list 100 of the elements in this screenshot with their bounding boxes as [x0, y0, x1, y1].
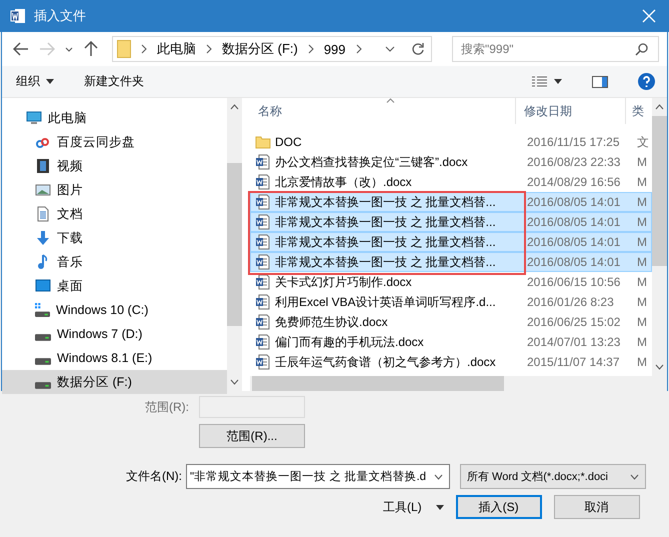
sort-caret-icon [386, 98, 395, 103]
file-row[interactable]: 非常规文本替换一图一技 之 批量文档替... 2016/08/05 14:01 M [250, 232, 652, 252]
chevron-icon [356, 44, 362, 54]
file-date: 2016/08/05 14:01 [526, 255, 622, 269]
file-row[interactable]: 免费师范生协议.docx 2016/06/25 15:02 M [250, 312, 652, 332]
insert-button[interactable]: 插入(S) [456, 495, 542, 519]
file-row[interactable]: DOC 2016/11/15 17:25 文 [250, 132, 652, 152]
file-date: 2014/07/01 13:23 [526, 335, 622, 349]
dropdown-icon[interactable] [385, 46, 395, 52]
new-folder-button[interactable]: 新建文件夹 [84, 73, 144, 90]
word-document-icon [255, 194, 271, 210]
up-button[interactable] [82, 40, 100, 58]
file-type: M [636, 195, 647, 209]
file-date: 2016/06/25 15:02 [526, 315, 622, 329]
chevron-icon [308, 44, 314, 54]
download-arrow-icon [35, 230, 51, 246]
scrollbar[interactable] [250, 376, 667, 391]
scroll-down-icon [230, 379, 239, 385]
file-row[interactable]: 北京爱情故事（改）.docx 2014/08/29 16:56 M [250, 172, 652, 192]
breadcrumb[interactable]: 999 [324, 42, 346, 56]
file-type: M [636, 215, 647, 229]
breadcrumb[interactable]: 此电脑 [157, 40, 196, 58]
sidebar-item[interactable]: 百度云同步盘 [2, 130, 227, 154]
scrollbar[interactable] [652, 98, 667, 376]
search-input[interactable]: 搜索"999" [453, 37, 635, 61]
file-row[interactable]: 关卡式幻灯片巧制作.docx 2016/06/15 10:56 M [250, 272, 652, 292]
file-row[interactable]: 非常规文本替换一图一技 之 批量文档替... 2016/08/05 14:01 M [250, 252, 652, 272]
sidebar-item[interactable]: Windows 8.1 (E:) [2, 346, 227, 370]
organize-menu[interactable]: 组织 [16, 73, 54, 90]
breadcrumb[interactable]: 数据分区 (F:) [222, 40, 298, 58]
file-type: M [636, 315, 647, 329]
desktop-icon [35, 278, 51, 294]
file-name: 非常规文本替换一图一技 之 批量文档替... [275, 214, 497, 230]
sidebar-item[interactable]: 图片 [2, 178, 227, 202]
file-name: 北京爱情故事（改）.docx [275, 174, 413, 190]
file-type: 文 [636, 134, 649, 150]
range-label: 范围(R): [144, 398, 189, 416]
column-header[interactable]: 类 [626, 98, 652, 124]
file-type: M [636, 155, 647, 169]
range-button[interactable]: 范围(R)... [199, 424, 305, 448]
sidebar-item[interactable]: Windows 10 (C:) [2, 298, 227, 322]
window-title: 插入文件 [34, 7, 87, 25]
sidebar-item[interactable]: 音乐 [2, 250, 227, 274]
file-name: 偏门而有趣的手机玩法.docx [275, 334, 425, 350]
word-document-icon [255, 294, 271, 310]
column-header[interactable]: 修改日期 [516, 98, 626, 124]
tools-menu[interactable]: 工具(L) [383, 498, 444, 516]
file-type: M [636, 235, 647, 249]
sidebar-item[interactable]: 桌面 [2, 274, 227, 298]
file-name: 关卡式幻灯片巧制作.docx [275, 274, 413, 290]
sidebar-item[interactable]: 下载 [2, 226, 227, 250]
file-date: 2016/08/23 22:33 [526, 155, 622, 169]
file-date: 2016/01/26 8:23 [526, 295, 615, 309]
file-name: 壬辰年运气药食谱（初之气参考方）.docx [275, 354, 497, 370]
file-row[interactable]: 壬辰年运气药食谱（初之气参考方）.docx 2015/11/07 14:37 M [250, 352, 652, 372]
sidebar-item[interactable]: 数据分区 (F:) [2, 370, 227, 394]
file-row[interactable]: 偏门而有趣的手机玩法.docx 2014/07/01 13:23 M [250, 332, 652, 352]
sidebar-item[interactable]: 视频 [2, 154, 227, 178]
file-row[interactable]: 非常规文本替换一图一技 之 批量文档替... 2016/08/05 14:01 M [250, 212, 652, 232]
scroll-up-icon [655, 104, 664, 110]
search-icon [635, 42, 648, 56]
file-name: 非常规文本替换一图一技 之 批量文档替... [275, 234, 497, 250]
drive-icon [35, 358, 51, 364]
computer-icon [26, 110, 42, 126]
film-icon [35, 158, 51, 174]
word-app-icon [10, 8, 26, 24]
scroll-down-icon [655, 364, 664, 370]
file-type-dropdown[interactable]: 所有 Word 文档(*.docx;*.doci [460, 464, 646, 489]
column-header[interactable]: 名称 [250, 98, 516, 124]
caret-icon [46, 79, 54, 84]
help-button[interactable] [638, 73, 655, 90]
scrollbar[interactable] [227, 98, 242, 391]
file-date: 2016/11/15 17:25 [526, 135, 621, 149]
view-menu[interactable] [532, 76, 562, 88]
file-type: M [636, 295, 647, 309]
chevron-down-icon [65, 46, 73, 52]
file-type: M [636, 335, 647, 349]
file-row[interactable]: 利用Excel VBA设计英语单词听写程序.d... 2016/01/26 8:23 M [250, 292, 652, 312]
sidebar-item[interactable]: Windows 7 (D:) [2, 322, 227, 346]
cancel-button[interactable]: 取消 [554, 495, 640, 519]
preview-pane-button[interactable] [592, 76, 608, 88]
address-bar[interactable]: 此电脑 数据分区 (F:) 999 [112, 36, 432, 62]
file-name: 利用Excel VBA设计英语单词听写程序.d... [275, 294, 497, 310]
word-document-icon [255, 274, 271, 290]
filename-label: 文件名(N): [126, 468, 182, 485]
file-type: M [636, 175, 647, 189]
search-field[interactable]: 搜索"999" [452, 36, 659, 62]
sidebar-item[interactable]: 文档 [2, 202, 227, 226]
file-name: DOC [275, 135, 303, 149]
back-button[interactable] [12, 40, 30, 58]
file-type: M [636, 275, 647, 289]
refresh-icon[interactable] [411, 42, 425, 56]
caret-icon [554, 79, 562, 84]
file-date: 2016/08/05 14:01 [526, 195, 622, 209]
file-date: 2014/08/29 16:56 [526, 175, 622, 189]
file-row[interactable]: 办公文档查找替换定位“三键客”.docx 2016/08/23 22:33 M [250, 152, 652, 172]
chevron-icon [206, 44, 212, 54]
sidebar-item[interactable]: 此电脑 [2, 106, 227, 130]
file-row[interactable]: 非常规文本替换一图一技 之 批量文档替... 2016/08/05 14:01 M [250, 192, 652, 212]
file-name: 非常规文本替换一图一技 之 批量文档替... [275, 254, 497, 270]
